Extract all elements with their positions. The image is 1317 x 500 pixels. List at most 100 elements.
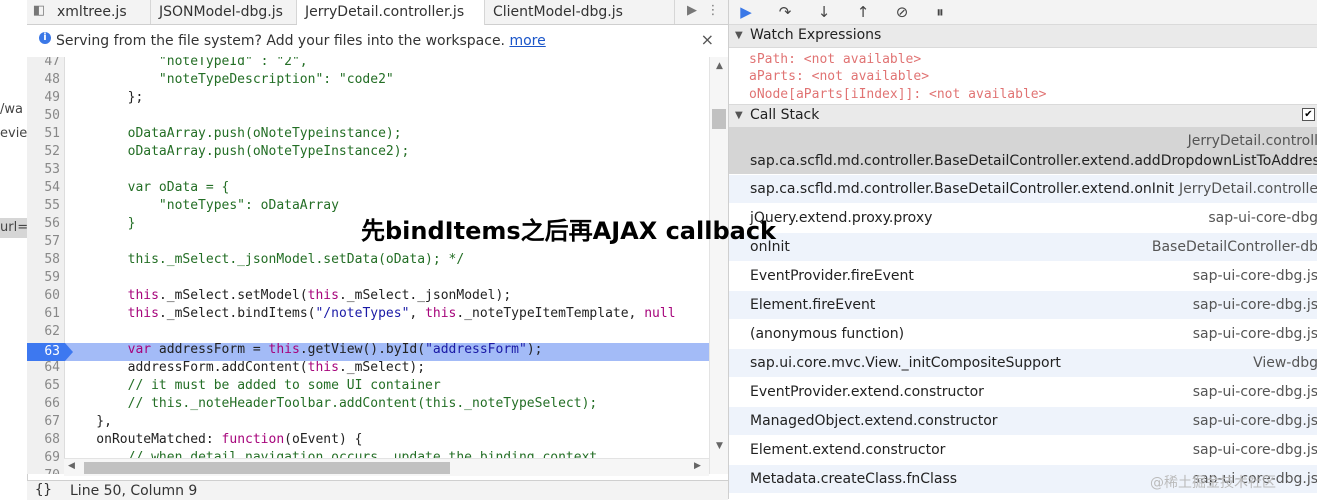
line-number[interactable]: 57 [27,233,60,251]
code-line[interactable]: oDataArray.push(oNoteTypeinstance); [65,125,402,143]
toggle-debugger-icon[interactable]: ▶ [684,3,700,19]
call-frame[interactable]: Element.extend.constructor sap-ui-core-db… [729,436,1317,465]
watch-expressions-header[interactable]: ▼ Watch Expressions [729,24,1317,48]
call-frame[interactable]: (anonymous function) sap-ui-core-dbg.js [729,320,1317,349]
code-line[interactable]: // this._noteHeaderToolbar.addContent(th… [65,395,598,413]
call-frame[interactable]: EventProvider.fireEvent sap-ui-core-dbg.j… [729,262,1317,291]
code-line[interactable]: var oData = { [65,179,230,197]
line-number[interactable]: 52 [27,143,60,161]
call-frame[interactable]: sap.ui.core.mvc.View._initCompositeSuppo… [729,349,1317,378]
call-frame-file-link[interactable]: JerryDetail.controll [1188,133,1317,149]
toggle-navigator-icon[interactable]: ◧ [31,3,47,19]
step-out-icon[interactable]: ↑ [852,2,874,22]
watch-item[interactable]: aParts: <not available> [749,68,929,85]
line-number[interactable]: 67 [27,413,60,431]
line-number[interactable]: 49 [27,89,60,107]
resume-icon[interactable]: ▶ [735,2,757,22]
call-frame[interactable]: sap.ca.scfld.md.controller.BaseDetailCon… [729,127,1317,175]
line-number[interactable]: 48 [27,71,60,89]
line-number[interactable]: 60 [27,287,60,305]
call-frame[interactable]: onInit BaseDetailController-db [729,233,1317,262]
more-link[interactable]: more [509,33,545,49]
call-frame-file-link[interactable]: sap-ui-core-dbg.js [1193,297,1317,313]
call-frame[interactable]: sap.ca.scfld.md.controller.BaseDetailCon… [729,175,1317,204]
line-number[interactable]: 70 [27,467,60,474]
breakpoint-marker[interactable]: 63 [27,343,73,361]
workspace-infobar: i Serving from the file system? Add your… [27,25,728,58]
line-number[interactable]: 47 [27,57,60,71]
code-line[interactable]: var addressForm = this.getView().byId("a… [65,341,543,359]
code-line[interactable]: "noteTypeId" : "2", [65,57,308,71]
line-number[interactable]: 53 [27,161,60,179]
code-line[interactable]: oDataArray.push(oNoteTypeInstance2); [65,143,410,161]
call-frame[interactable]: Element.fireEvent sap-ui-core-dbg.js [729,291,1317,320]
watch-item[interactable]: oNode[aParts[iIndex]]: <not available> [749,86,1046,103]
line-gutter[interactable]: 47484950515253545556575859606162 63646566… [27,57,65,474]
call-frame-file-link[interactable]: View-dbg [1253,355,1317,371]
watch-item[interactable]: sPath: <not available> [749,51,921,68]
pretty-print-button[interactable]: {} [35,482,52,498]
call-frame-file-link[interactable]: sap-ui-core-dbg [1208,210,1317,226]
line-number[interactable]: 69 [27,449,60,467]
breakpoint-line-number: 63 [44,344,60,359]
code-line[interactable]: onRouteMatched: function(oEvent) { [65,431,362,449]
tab-clientmodel[interactable]: ClientModel-dbg.js [485,0,675,24]
code-line[interactable]: }, [65,413,112,431]
line-number[interactable]: 65 [27,377,60,395]
more-tabs-icon[interactable]: ⋮ [705,3,721,19]
code-line[interactable]: "noteTypeDescription": "code2" [65,71,394,89]
line-number[interactable]: 62 [27,323,60,341]
close-icon[interactable]: × [701,30,714,49]
scroll-right-icon[interactable]: ▶ [694,461,701,471]
call-frame-file-link[interactable]: sap-ui-core-dbg.js [1193,413,1317,429]
step-into-icon[interactable]: ↓ [813,2,835,22]
line-number[interactable]: 64 [27,359,60,377]
code-line[interactable]: this._mSelect.setModel(this._mSelect._js… [65,287,512,305]
code-line[interactable]: this._mSelect._jsonModel.setData(oData);… [65,251,465,269]
async-checkbox[interactable]: ✔ [1302,108,1315,121]
line-number[interactable]: 54 [27,179,60,197]
scroll-up-icon[interactable]: ▲ [710,61,729,71]
call-frame-file-link[interactable]: sap-ui-core-dbg.js [1193,442,1317,458]
line-number[interactable]: 59 [27,269,60,287]
call-frame-function: EventProvider.fireEvent [750,268,914,284]
line-number[interactable]: 61 [27,305,60,323]
call-stack-header[interactable]: ▼ Call Stack ✔ [729,104,1317,128]
pause-on-exceptions-icon[interactable]: ⏸ [929,2,951,22]
call-frame[interactable]: ManagedObject.extend.constructor sap-ui-c… [729,407,1317,436]
call-frame[interactable]: jQuery.extend.proxy.proxy sap-ui-core-dbg [729,204,1317,233]
tab-xmltree[interactable]: xmltree.js [49,0,151,24]
call-frame-file-link[interactable]: sap-ui-core-dbg.js [1193,384,1317,400]
code-line[interactable]: // it must be added to some UI container [65,377,441,395]
line-number[interactable]: 56 [27,215,60,233]
call-frame-file-link[interactable]: BaseDetailController-db [1152,239,1317,255]
scroll-left-icon[interactable]: ◀ [68,461,75,471]
line-number[interactable]: 51 [27,125,60,143]
code-line[interactable]: addressForm.addContent(this._mSelect); [65,359,425,377]
line-number[interactable]: 58 [27,251,60,269]
code-line[interactable]: }; [65,89,144,107]
code-line[interactable]: "noteTypes": oDataArray [65,197,339,215]
call-frame[interactable]: EventProvider.extend.constructor sap-ui-c… [729,378,1317,407]
line-number[interactable]: 66 [27,395,60,413]
editor-horizontal-scrollbar[interactable]: ◀ ▶ [64,458,709,476]
call-frame-file-link[interactable]: sap-ui-core-dbg.js [1193,326,1317,342]
vertical-scroll-thumb[interactable] [712,109,726,129]
step-over-icon[interactable]: ↷ [774,2,796,22]
editor-status-bar: {} Line 50, Column 9 [27,480,728,500]
tab-jerrydetail[interactable]: JerryDetail.controller.js [297,0,485,25]
infobar-message: Serving from the file system? Add your f… [56,33,546,49]
deactivate-breakpoints-icon[interactable]: ⊘ [891,2,913,22]
code-line[interactable]: } [65,215,136,233]
horizontal-scroll-thumb[interactable] [84,462,450,474]
line-number[interactable]: 55 [27,197,60,215]
tab-jsonmodel[interactable]: JSONModel-dbg.js [151,0,297,24]
call-frame-file-link[interactable]: JerryDetail.controlle [1179,181,1317,197]
code-line[interactable]: this._mSelect.bindItems("/noteTypes", th… [65,305,676,323]
call-frame-file-link[interactable]: sap-ui-core-dbg.js [1193,268,1317,284]
line-number[interactable]: 50 [27,107,60,125]
code-editor[interactable]: 47484950515253545556575859606162 63646566… [27,57,709,474]
scroll-down-icon[interactable]: ▼ [710,441,729,451]
line-number[interactable]: 68 [27,431,60,449]
editor-vertical-scrollbar[interactable]: ▲ ▼ [709,57,729,474]
